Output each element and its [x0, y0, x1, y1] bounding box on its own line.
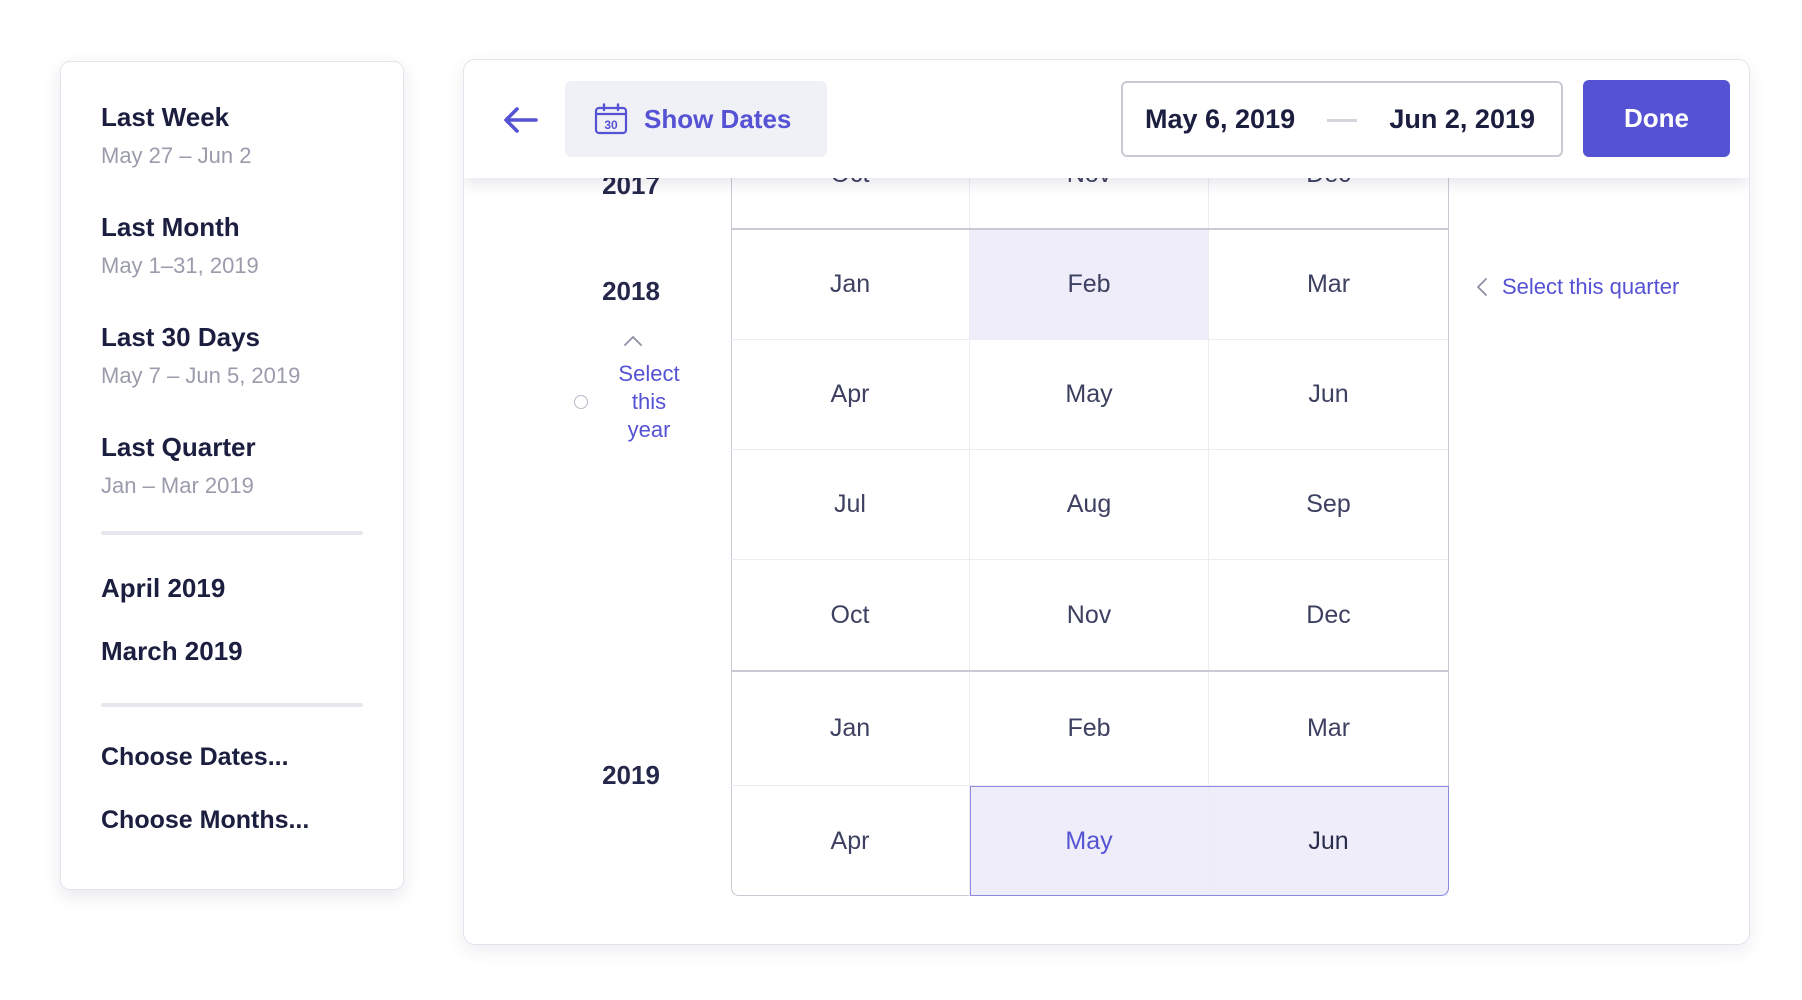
- preset-subtitle: Jan – Mar 2019: [101, 473, 254, 498]
- preset-month-april-2019[interactable]: April 2019: [101, 573, 225, 604]
- month-cell-2018-oct[interactable]: Oct: [731, 560, 970, 670]
- month-cell-2018-mar[interactable]: Mar: [1209, 230, 1448, 340]
- select-this-quarter-link[interactable]: Select this quarter: [1476, 274, 1679, 300]
- month-cell-2019-jan[interactable]: Jan: [731, 672, 970, 786]
- range-separator: [1327, 119, 1357, 122]
- select-year-line: this: [631, 389, 667, 414]
- date-range-field[interactable]: May 6, 2019 Jun 2, 2019: [1121, 81, 1563, 157]
- calendar-icon: 30: [594, 103, 628, 135]
- month-cell-2018-apr[interactable]: Apr: [731, 340, 970, 450]
- presets-divider: [101, 703, 363, 707]
- preset-title: Last Month: [101, 212, 240, 242]
- arrow-left-icon: [504, 107, 538, 133]
- preset-subtitle: May 1–31, 2019: [101, 253, 259, 278]
- preset-last-month[interactable]: Last Month May 1–31, 2019: [101, 212, 259, 279]
- year-label-2019: 2019: [602, 760, 660, 790]
- range-start-date[interactable]: May 6, 2019: [1145, 104, 1295, 135]
- month-grid: Oct Nov Dec Jan Feb Mar Apr May Jun Jul …: [731, 60, 1449, 896]
- preset-last-week[interactable]: Last Week May 27 – Jun 2: [101, 102, 251, 169]
- presets-divider: [101, 531, 363, 535]
- range-end-date[interactable]: Jun 2, 2019: [1389, 104, 1535, 135]
- month-cell-2018-nov[interactable]: Nov: [970, 560, 1209, 670]
- preset-last-30-days[interactable]: Last 30 Days May 7 – Jun 5, 2019: [101, 322, 300, 389]
- preset-title: Last Quarter: [101, 432, 256, 462]
- month-cell-2019-jun[interactable]: Jun: [1209, 786, 1448, 896]
- done-button[interactable]: Done: [1583, 80, 1730, 157]
- presets-panel: Last Week May 27 – Jun 2 Last Month May …: [60, 61, 404, 890]
- select-year-line: Select: [618, 361, 680, 386]
- choose-dates-link[interactable]: Choose Dates...: [101, 743, 289, 772]
- choose-dates-label: Choose Dates...: [101, 743, 289, 771]
- month-cell-2019-apr[interactable]: Apr: [731, 786, 970, 896]
- month-picker-panel: 2017 2018 2019 Select this year Oct Nov …: [463, 59, 1750, 945]
- preset-title: Last 30 Days: [101, 322, 260, 352]
- preset-title: March 2019: [101, 636, 243, 666]
- year-label-2018: 2018: [602, 276, 660, 306]
- calendar-icon-day: 30: [604, 118, 618, 132]
- preset-last-quarter[interactable]: Last Quarter Jan – Mar 2019: [101, 432, 256, 499]
- chevron-up-icon: [624, 336, 642, 346]
- month-cell-2018-jun[interactable]: Jun: [1209, 340, 1448, 450]
- month-cell-2018-may[interactable]: May: [970, 340, 1209, 450]
- month-cell-2019-may[interactable]: May: [970, 786, 1209, 896]
- preset-title: April 2019: [101, 573, 226, 603]
- preset-month-march-2019[interactable]: March 2019: [101, 636, 243, 667]
- chevron-left-icon: [1477, 278, 1487, 296]
- select-quarter-label: Select this quarter: [1502, 274, 1680, 299]
- month-cell-2018-jul[interactable]: Jul: [731, 450, 970, 560]
- month-cell-2018-sep[interactable]: Sep: [1209, 450, 1448, 560]
- month-cell-2019-feb[interactable]: Feb: [970, 672, 1209, 786]
- show-dates-label: Show Dates: [644, 103, 792, 134]
- preset-subtitle: May 27 – Jun 2: [101, 143, 252, 168]
- choose-months-label: Choose Months...: [101, 806, 310, 834]
- select-year-line: year: [627, 417, 671, 442]
- month-cell-2018-aug[interactable]: Aug: [970, 450, 1209, 560]
- preset-title: Last Week: [101, 102, 230, 132]
- picker-header: 30 Show Dates May 6, 2019 Jun 2, 2019 Do…: [464, 60, 1749, 178]
- month-cell-2018-feb[interactable]: Feb: [970, 230, 1209, 340]
- month-cell-2018-dec[interactable]: Dec: [1209, 560, 1448, 670]
- month-cell-2019-mar[interactable]: Mar: [1209, 672, 1448, 786]
- select-this-year-link[interactable]: Select this year: [584, 360, 714, 444]
- month-cell-2018-jan[interactable]: Jan: [731, 230, 970, 340]
- preset-subtitle: May 7 – Jun 5, 2019: [101, 363, 301, 388]
- show-dates-button[interactable]: 30 Show Dates: [565, 81, 827, 157]
- choose-months-link[interactable]: Choose Months...: [101, 806, 309, 835]
- back-button[interactable]: [500, 100, 542, 140]
